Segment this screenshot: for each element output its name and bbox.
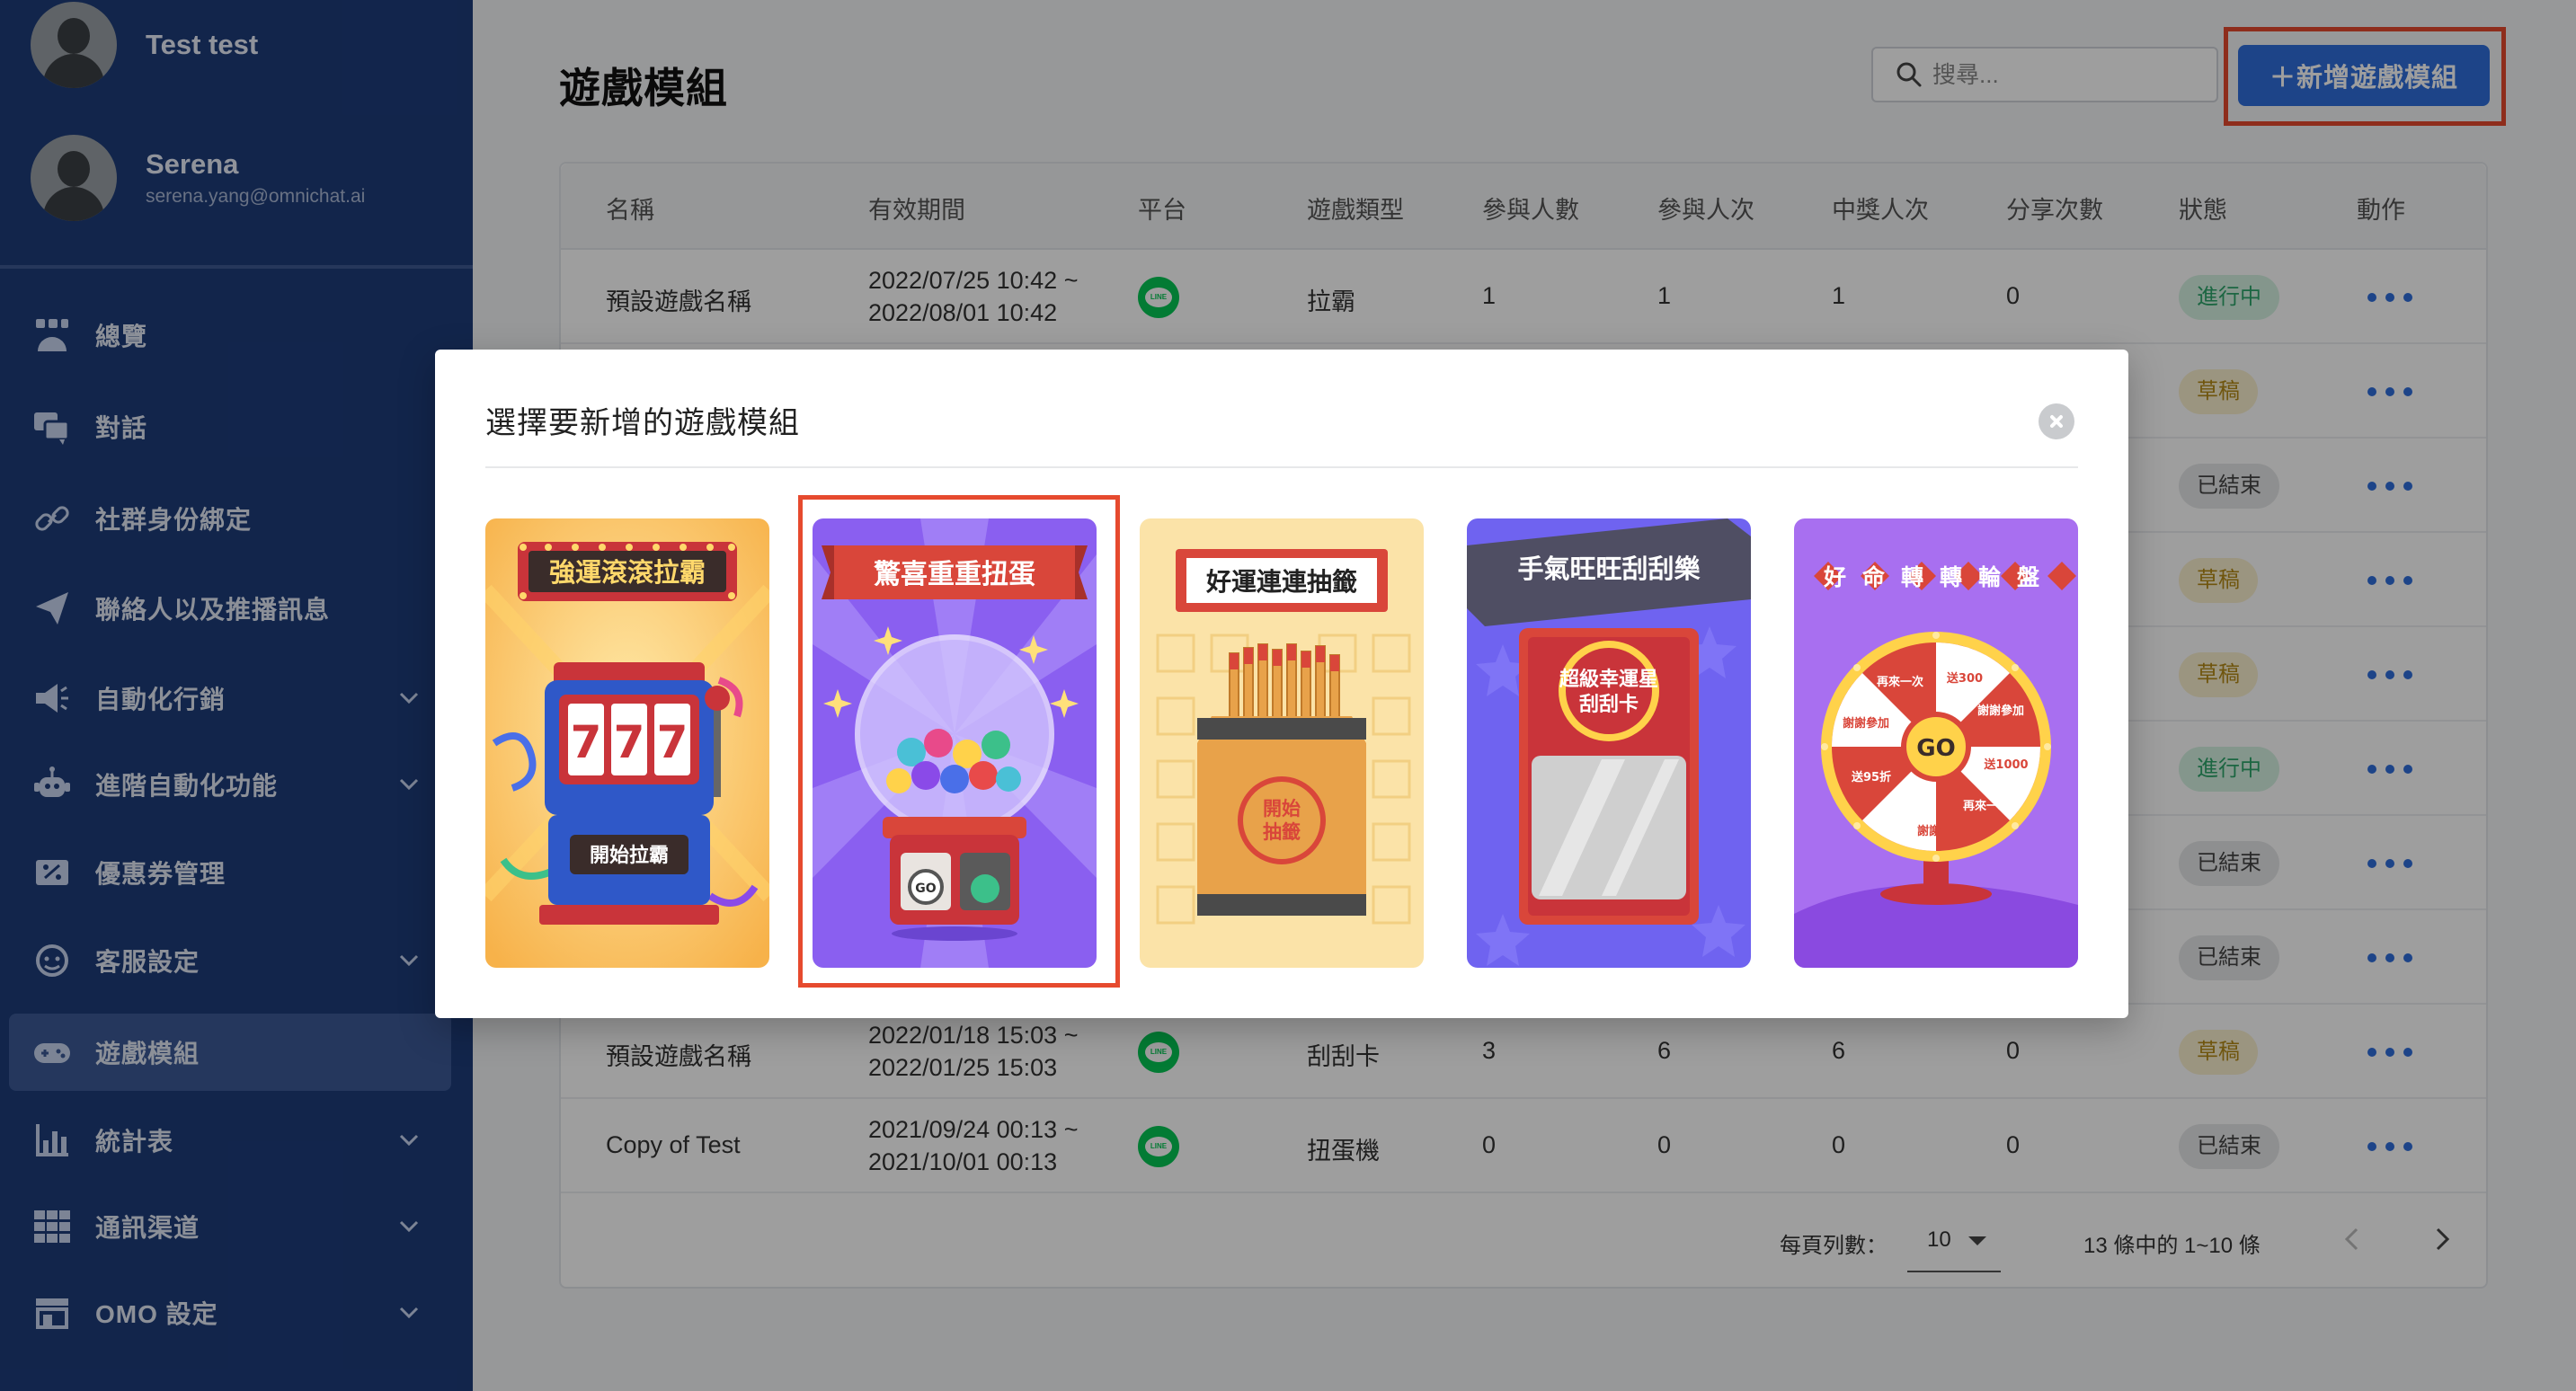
wheel-segment: 謝謝參加 xyxy=(1843,716,1889,731)
card-button: 開始拉霸 xyxy=(590,844,669,867)
wheel-segment: 再來一次 xyxy=(1963,799,2010,813)
card-title: 好命轉轉輪盤 xyxy=(1823,564,2056,590)
wheel-segment: 送95折 xyxy=(1851,770,1891,784)
card-subtitle-line-2: 刮刮卡 xyxy=(1579,693,1639,716)
card-title: 手氣旺旺刮刮樂 xyxy=(1517,554,1701,584)
game-card-fortune-sticks[interactable]: 好運連連抽籤 開始 抽籤 xyxy=(1140,518,1424,968)
card-button-line-2: 抽籤 xyxy=(1263,821,1301,843)
wheel-segment: 送1000 xyxy=(1983,758,2028,772)
card-button-line-1: 開始 xyxy=(1263,798,1301,820)
game-card-prize-wheel[interactable]: 好命轉轉輪盤 送300 謝謝參加 送1000 再來一次 謝謝 送95折 謝謝參加… xyxy=(1794,518,2078,968)
reel-1: 7 xyxy=(571,716,602,768)
card-title: 好運連連抽籤 xyxy=(1205,567,1357,597)
wheel-segment: 再來一次 xyxy=(1877,675,1923,689)
game-card-scratch-card[interactable]: 手氣旺旺刮刮樂 超級幸運星 刮刮卡 xyxy=(1467,518,1751,968)
wheel-segment: 謝謝參加 xyxy=(1977,704,2024,718)
card-subtitle-line-1: 超級幸運星 xyxy=(1559,668,1658,691)
card-title: 強運滾滾拉霸 xyxy=(549,557,706,588)
dialog-title: 選擇要新增的遊戲模組 xyxy=(485,406,800,440)
close-icon[interactable] xyxy=(2039,403,2074,439)
wheel-go-button: GO xyxy=(1916,735,1955,762)
wheel-segment: 送300 xyxy=(1946,671,1983,686)
dialog-divider xyxy=(485,466,2078,468)
select-game-module-dialog: 選擇要新增的遊戲模組 強運滾滾拉霸 7 7 7 開始拉霸 驚喜重重扭蛋 GO 好… xyxy=(435,350,2128,1018)
reel-3: 7 xyxy=(657,716,688,768)
reel-2: 7 xyxy=(614,716,645,768)
wheel-segment: 謝謝 xyxy=(1917,824,1941,838)
game-card-slot-machine[interactable]: 強運滾滾拉霸 7 7 7 開始拉霸 xyxy=(485,518,769,968)
gacha-card-highlight-box xyxy=(798,495,1120,988)
